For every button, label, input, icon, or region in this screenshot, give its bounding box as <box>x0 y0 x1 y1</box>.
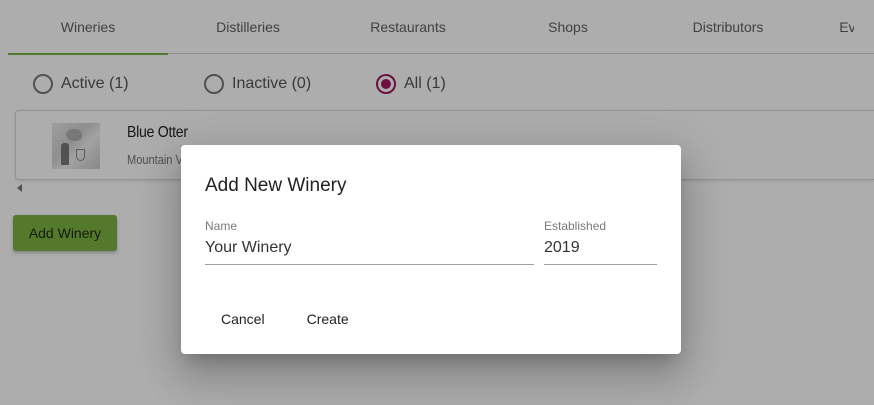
dialog-title: Add New Winery <box>205 175 347 196</box>
established-label: Established <box>544 219 607 233</box>
create-button[interactable]: Create <box>307 307 349 331</box>
established-input[interactable] <box>544 236 657 265</box>
cancel-button[interactable]: Cancel <box>221 307 265 331</box>
name-field: Name <box>205 219 534 265</box>
name-label: Name <box>205 219 238 233</box>
add-winery-dialog: Add New Winery Name Established Cancel C… <box>181 145 681 354</box>
dialog-actions: Cancel Create <box>205 307 391 331</box>
established-field: Established <box>544 219 657 265</box>
name-input[interactable] <box>205 236 534 265</box>
